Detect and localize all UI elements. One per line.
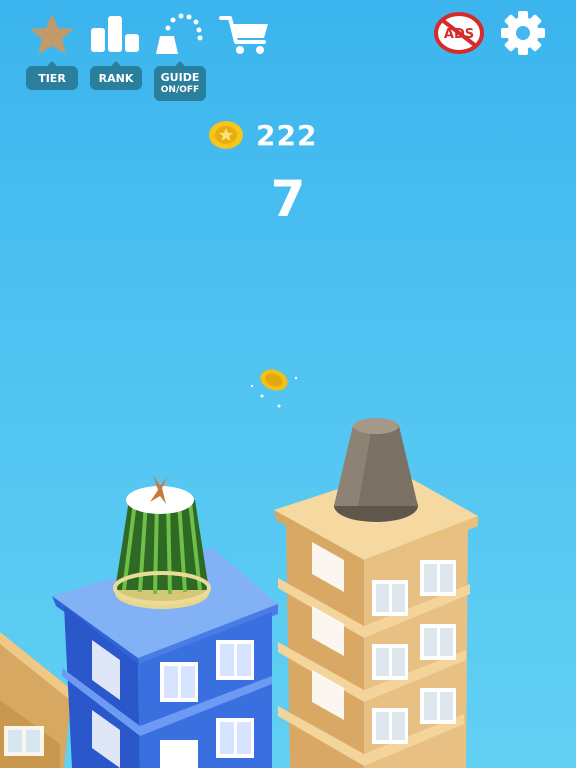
game-scene[interactable]: TIER RANK GUIDE ON/OFF ADS 222 7: [0, 0, 576, 768]
star-icon: [30, 14, 74, 54]
settings-button[interactable]: [498, 10, 548, 56]
no-ads-icon: ADS: [434, 12, 484, 54]
score: 7: [270, 170, 306, 228]
coin-count: 222: [256, 118, 318, 152]
gear-icon: [501, 11, 545, 55]
tier-label: TIER: [26, 61, 78, 90]
shop-button[interactable]: [218, 12, 274, 56]
no-ads-label: ADS: [444, 27, 474, 42]
grey-cup: [334, 418, 418, 522]
watermelon-cup: [113, 474, 211, 609]
cart-icon: [219, 16, 268, 54]
trajectory-icon: [156, 13, 203, 54]
coin-counter: 222: [208, 118, 317, 152]
rank-label: RANK: [90, 61, 142, 90]
guide-label-main: GUIDE: [160, 71, 200, 84]
coin-icon: [209, 121, 243, 149]
no-ads-button[interactable]: ADS: [434, 12, 484, 54]
bar-chart-icon: [91, 16, 139, 52]
game-world: [0, 369, 478, 768]
guide-label: GUIDE ON/OFF: [154, 61, 206, 101]
floating-coin: [250, 369, 298, 408]
left-building: [0, 632, 72, 768]
guide-label-sub: ON/OFF: [160, 85, 200, 95]
